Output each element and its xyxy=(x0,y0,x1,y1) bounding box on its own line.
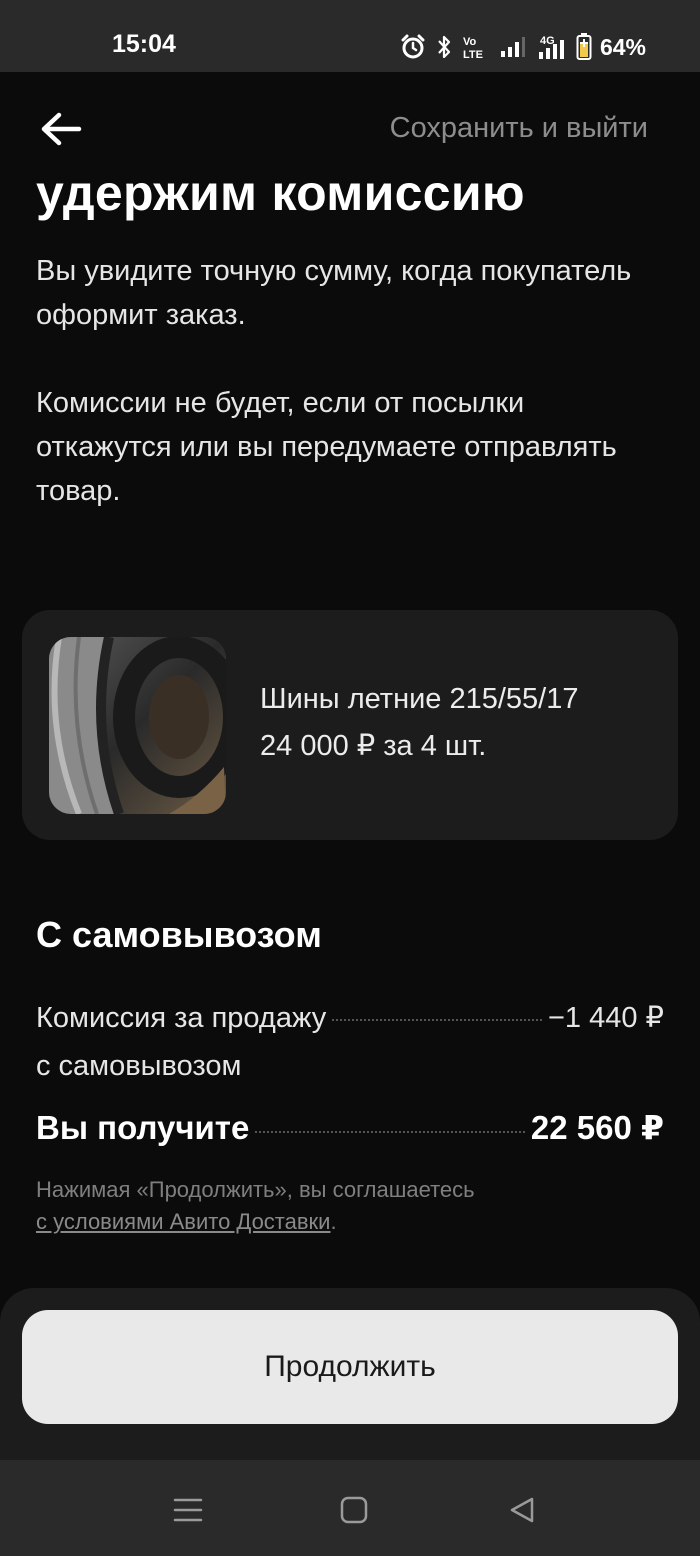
back-button[interactable] xyxy=(36,106,86,152)
product-title: Шины летние 215/55/17 xyxy=(260,683,579,715)
agreement-text: Нажимая «Продолжить», вы соглашаетесь с … xyxy=(36,1174,636,1238)
receive-value: 22 560 ₽ xyxy=(530,1109,664,1146)
product-card: Шины летние 215/55/17 24 000 ₽ за 4 шт. xyxy=(22,610,678,840)
delivery-method-title: С самовывозом xyxy=(36,914,322,955)
continue-button[interactable]: Продолжить xyxy=(22,1310,678,1424)
battery-icon xyxy=(576,33,592,60)
back-icon xyxy=(510,1497,534,1523)
commission-label: Комиссия за продажу xyxy=(36,1002,327,1034)
dotted-leader xyxy=(332,1019,542,1021)
receive-label: Вы получите xyxy=(36,1109,250,1146)
product-price: 24 000 ₽ за 4 шт. xyxy=(260,730,487,762)
commission-label-line2: с самовывозом xyxy=(36,1050,242,1082)
status-time: 15:04 xyxy=(112,30,176,58)
system-nav-bar xyxy=(0,1460,700,1556)
battery-percent: 64% xyxy=(599,33,646,60)
agreement-suffix: . xyxy=(330,1209,337,1234)
agreement-prefix: Нажимая «Продолжить», вы соглашаетесь xyxy=(36,1177,475,1202)
alarm-icon xyxy=(401,34,425,59)
menu-button[interactable] xyxy=(168,1490,208,1530)
svg-text:4G: 4G xyxy=(540,35,555,47)
delivery-terms-link[interactable]: с условиями Авито Доставки xyxy=(36,1209,330,1234)
save-and-exit-button[interactable]: Сохранить и выйти xyxy=(390,112,648,145)
status-icons: Vo LTE 4G 64% xyxy=(400,30,646,64)
info-paragraph-1: Вы увидите точную сумму, когда покупател… xyxy=(36,255,632,331)
svg-text:Vo: Vo xyxy=(463,36,477,48)
dotted-leader xyxy=(255,1131,525,1133)
status-bar: 15:04 Vo LTE 4G 64% xyxy=(0,0,700,72)
volte-icon: Vo LTE xyxy=(463,36,483,60)
system-back-button[interactable] xyxy=(502,1490,542,1530)
bluetooth-icon xyxy=(438,35,451,59)
page-title: удержим комиссию xyxy=(36,165,525,221)
signal-icon xyxy=(500,37,525,57)
4g-signal-icon: 4G xyxy=(538,35,564,59)
home-button[interactable] xyxy=(334,1490,374,1530)
product-photo xyxy=(49,637,226,814)
arrow-left-icon xyxy=(41,112,82,146)
info-paragraph-2: Комиссии не будет, если от посылки откаж… xyxy=(36,387,617,507)
product-info: Шины летние 215/55/17 24 000 ₽ за 4 шт. xyxy=(260,676,578,770)
menu-icon xyxy=(173,1498,203,1522)
home-icon xyxy=(340,1496,368,1524)
receive-row: Вы получите 22 560 ₽ xyxy=(36,1108,664,1147)
svg-text:LTE: LTE xyxy=(463,49,483,60)
commission-value: −1 440 ₽ xyxy=(547,1002,664,1034)
commission-row: Комиссия за продажу −1 440 ₽ xyxy=(36,1000,664,1035)
